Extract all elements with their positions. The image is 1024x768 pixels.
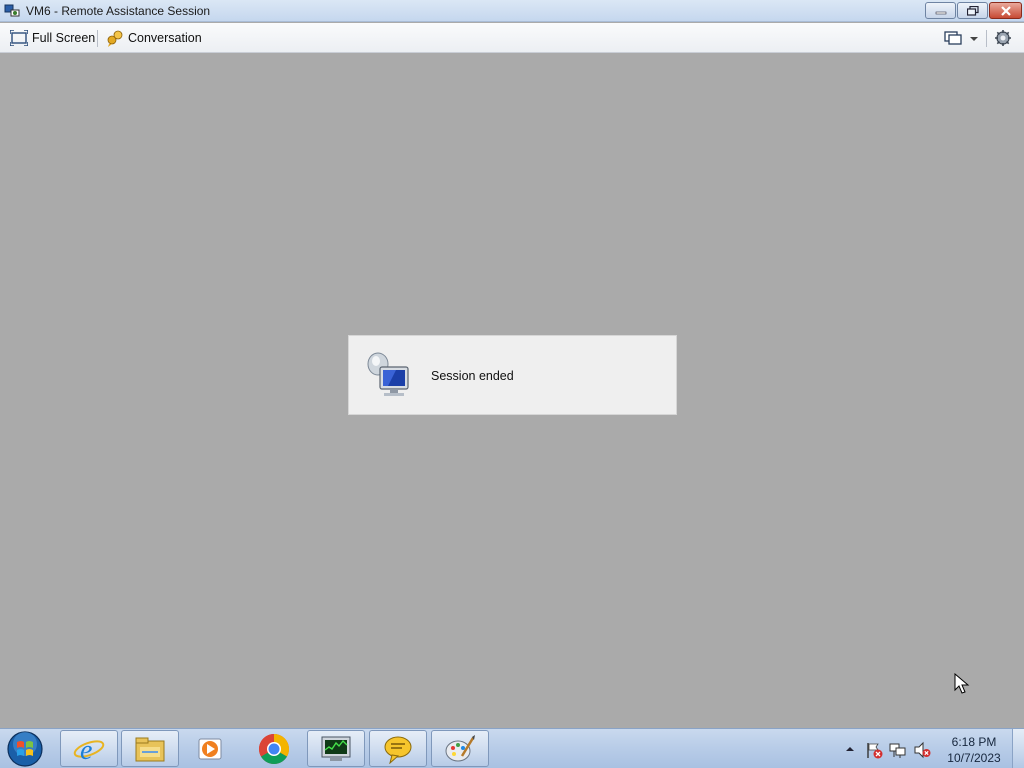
network-icon[interactable]: [889, 741, 907, 759]
taskbar-media-player[interactable]: [182, 730, 240, 767]
taskbar: e 6:18 PM 10/7/2023: [0, 728, 1024, 768]
remote-assistance-icon[interactable]: [4, 3, 20, 19]
restore-icon: [966, 5, 979, 16]
media-player-icon: [198, 738, 222, 759]
clock-date: 10/7/2023: [947, 751, 1001, 765]
conversation-button[interactable]: Conversation: [102, 27, 206, 49]
action-center-flag-icon[interactable]: [865, 741, 883, 759]
dropdown-arrow-icon[interactable]: [968, 29, 980, 47]
taskbar-file-explorer[interactable]: [121, 730, 179, 767]
show-desktop-button[interactable]: [1012, 729, 1024, 768]
speech-bubble-icon: [384, 736, 412, 764]
minimize-button[interactable]: [925, 2, 956, 19]
restore-button[interactable]: [957, 2, 988, 19]
file-explorer-icon: [135, 737, 165, 761]
session-status-panel: Session ended: [348, 335, 677, 415]
taskbar-chrome[interactable]: [245, 730, 303, 767]
svg-text:e: e: [80, 735, 92, 764]
volume-muted-icon[interactable]: [913, 741, 931, 759]
settings-icon[interactable]: [994, 29, 1012, 47]
taskbar-resource-monitor[interactable]: [307, 730, 365, 767]
title-bar[interactable]: VM6 - Remote Assistance Session: [0, 0, 1024, 22]
taskbar-internet-explorer[interactable]: e: [60, 730, 118, 767]
toolbar-separator: [986, 30, 987, 47]
toolbar: Full Screen Conversation: [0, 23, 1024, 53]
full-screen-icon: [10, 30, 28, 46]
chrome-icon: [258, 733, 290, 764]
conversation-icon: [107, 30, 123, 47]
clock-time: 6:18 PM: [951, 735, 997, 749]
internet-explorer-icon: e: [73, 735, 105, 764]
remote-assistance-icon: [367, 352, 409, 396]
full-screen-button[interactable]: Full Screen: [6, 27, 99, 49]
conversation-label: Conversation: [128, 31, 202, 45]
taskbar-paint[interactable]: [431, 730, 489, 767]
minimize-icon: [935, 11, 946, 14]
remote-desktop-area[interactable]: Session ended: [0, 54, 1024, 728]
close-icon: [1000, 5, 1011, 16]
close-button[interactable]: [989, 2, 1022, 19]
window-title: VM6 - Remote Assistance Session: [26, 4, 211, 18]
display-settings-icon[interactable]: [944, 29, 962, 47]
show-hidden-icons-arrow[interactable]: [845, 744, 855, 754]
system-clock[interactable]: 6:18 PM 10/7/2023: [940, 734, 1008, 766]
mouse-pointer-icon: [954, 673, 970, 694]
full-screen-label: Full Screen: [32, 31, 96, 45]
session-message: Session ended: [431, 369, 514, 383]
start-orb[interactable]: [5, 730, 45, 768]
taskbar-speech-bubble[interactable]: [369, 730, 427, 767]
paint-icon: [445, 734, 475, 761]
toolbar-separator: [97, 30, 98, 47]
resource-monitor-icon: [321, 736, 351, 761]
